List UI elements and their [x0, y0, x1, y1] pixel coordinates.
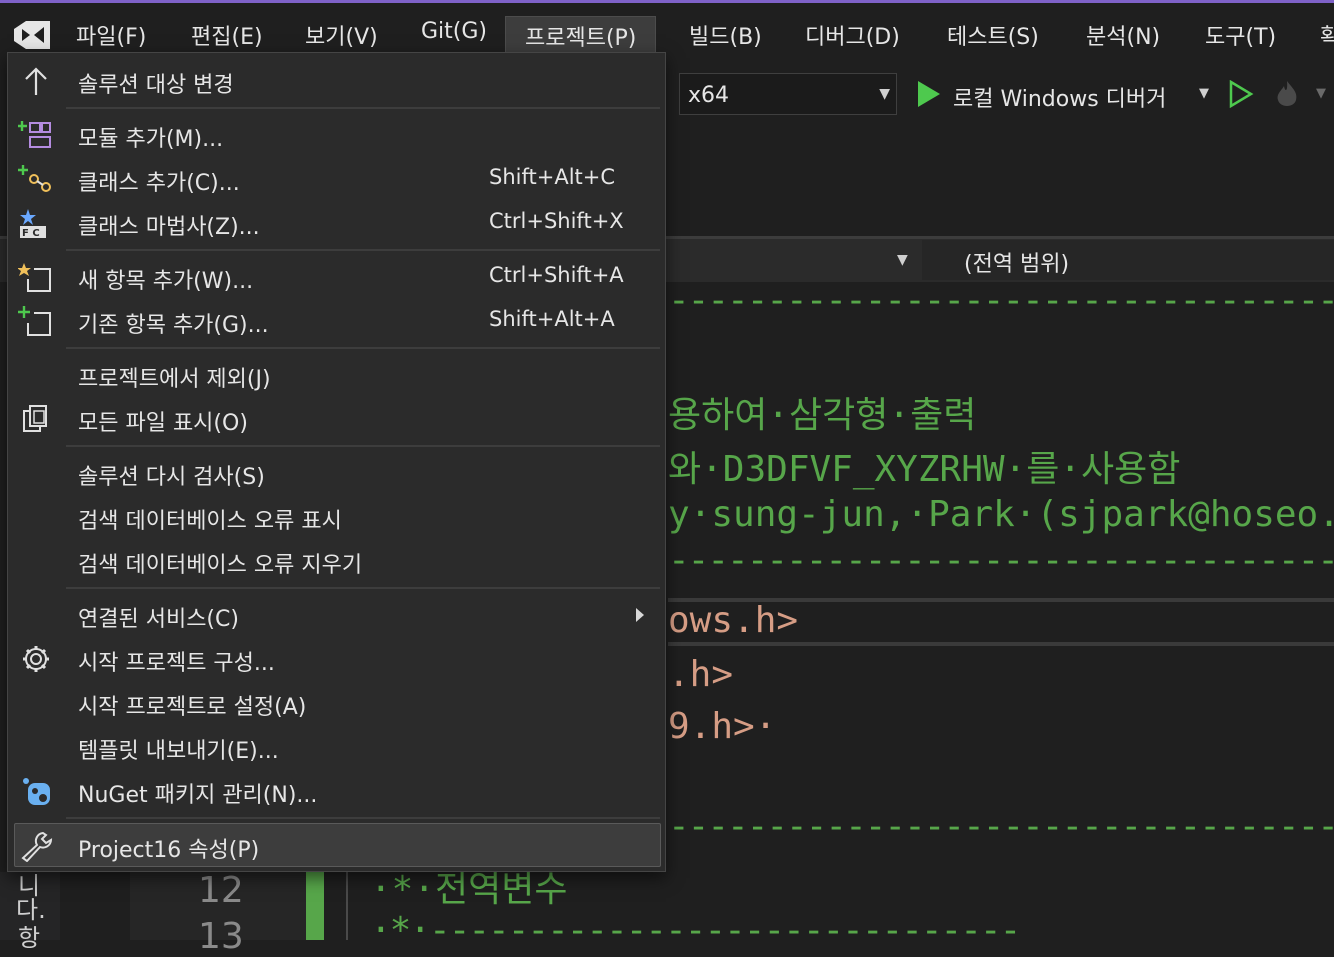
menu-item-connected-services[interactable]: 연결된 서비스(C) — [8, 593, 665, 637]
menu-item-clear-db-errors[interactable]: 검색 데이터베이스 오류 지우기 — [8, 539, 665, 583]
project-menu: 솔루션 대상 변경 모듈 추가(M)... 클래스 추가(C)... Shift… — [7, 52, 666, 872]
chevron-down-icon[interactable]: ▼ — [897, 252, 908, 268]
menu-file[interactable]: 파일(F) — [76, 19, 146, 51]
menu-item-label: 기존 항목 추가(G)... — [78, 313, 269, 338]
menu-git[interactable]: Git(G) — [421, 19, 487, 44]
menu-item-set-startup[interactable]: 시작 프로젝트로 설정(A) — [8, 681, 665, 725]
menu-item-label: 검색 데이터베이스 오류 표시 — [78, 509, 342, 534]
menu-extensions[interactable]: 확 — [1320, 19, 1334, 51]
chevron-down-icon[interactable]: ▼ — [1316, 86, 1326, 101]
start-without-debug-icon[interactable] — [1228, 80, 1254, 108]
menu-item-label: 솔루션 대상 변경 — [78, 73, 234, 98]
platform-dropdown[interactable]: x64 ▼ — [679, 73, 897, 115]
menu-item-rescan-solution[interactable]: 솔루션 다시 검사(S) — [8, 451, 665, 495]
submenu-arrow-icon — [636, 608, 644, 622]
change-margin-bar — [306, 872, 324, 940]
menu-edit[interactable]: 편집(E) — [191, 19, 263, 51]
menu-item-label: 클래스 추가(C)... — [78, 171, 240, 196]
menu-separator — [66, 347, 660, 349]
new-item-icon — [18, 263, 51, 292]
code-comment-line: 용하여·삼각형·출력 — [668, 395, 977, 436]
menu-tools[interactable]: 도구(T) — [1205, 19, 1276, 51]
menu-item-label: 템플릿 내보내기(E)... — [78, 739, 279, 764]
menu-item-label: 모듈 추가(M)... — [78, 127, 224, 152]
add-module-icon — [18, 121, 51, 148]
menu-item-label: 시작 프로젝트 구성... — [78, 651, 275, 676]
menu-test[interactable]: 테스트(S) — [947, 19, 1039, 51]
menu-item-label: Project16 속성(P) — [78, 838, 260, 863]
include-line: 9.h>· — [668, 706, 777, 747]
menu-item-shortcut: Ctrl+Shift+A — [489, 263, 624, 287]
menu-item-label: 모든 파일 표시(O) — [78, 411, 248, 436]
arrow-up-icon — [25, 67, 47, 95]
menu-item-show-all-files[interactable]: 모든 파일 표시(O) — [8, 397, 665, 441]
existing-item-icon — [18, 306, 51, 336]
menu-item-configure-startup[interactable]: 시작 프로젝트 구성... — [8, 637, 665, 681]
scope-dropdown[interactable]: (전역 범위) — [922, 240, 1334, 280]
menu-item-label: 연결된 서비스(C) — [78, 607, 239, 632]
platform-value: x64 — [688, 83, 730, 108]
code-comment-line: 와·D3DFVF_XYZRHW·를·사용함 — [668, 449, 1181, 490]
scope-label: (전역 범위) — [964, 252, 1070, 277]
chevron-down-icon: ▼ — [879, 86, 890, 102]
menu-item-shortcut: Shift+Alt+C — [489, 165, 616, 189]
solution-explorer-strip: 니 다. 항 — [0, 872, 60, 952]
menu-separator — [66, 107, 660, 109]
menu-analyze[interactable]: 분석(N) — [1086, 19, 1160, 51]
comment-divider: ·*·------------------------------ — [370, 910, 1021, 951]
menu-separator — [66, 445, 660, 447]
class-wizard-icon: F C — [20, 209, 46, 239]
menu-item-retarget-solution[interactable]: 솔루션 대상 변경 — [8, 59, 665, 103]
nuget-icon — [23, 778, 50, 805]
menu-item-exclude-from-project[interactable]: 프로젝트에서 제외(J) — [8, 353, 665, 397]
include-line: ows.h> — [668, 600, 799, 641]
gear-icon — [23, 646, 49, 672]
comment-divider: -------------------------------------- — [668, 540, 1334, 581]
comment-divider: -------------------------------------- — [668, 806, 1334, 847]
menu-item-label: 솔루션 다시 검사(S) — [78, 465, 265, 490]
debugger-label[interactable]: 로컬 Windows 디버거 — [953, 81, 1166, 113]
menu-item-existing-item[interactable]: 기존 항목 추가(G)... Shift+Alt+A — [8, 299, 665, 343]
code-comment-line: y·sung-jun,·Park·(sjpark@hoseo. — [668, 494, 1334, 535]
menu-item-label: 검색 데이터베이스 오류 지우기 — [78, 553, 363, 578]
menu-separator — [66, 587, 660, 589]
show-all-files-icon — [23, 405, 47, 432]
visual-studio-logo — [14, 21, 50, 49]
comment-divider: -------------------------------------- — [668, 280, 1334, 321]
menu-item-show-db-errors[interactable]: 검색 데이터베이스 오류 표시 — [8, 495, 665, 539]
line-number: 13 — [198, 916, 244, 957]
menu-item-class-wizard[interactable]: F C 클래스 마법사(Z)... Ctrl+Shift+X — [8, 201, 665, 245]
menu-item-add-class[interactable]: 클래스 추가(C)... Shift+Alt+C — [8, 157, 665, 201]
menu-item-manage-nuget[interactable]: NuGet 패키지 관리(N)... — [8, 769, 665, 813]
menu-item-label: 클래스 마법사(Z)... — [78, 215, 260, 240]
line-number: 12 — [198, 870, 244, 911]
line-number-gutter: 12 13 — [130, 870, 306, 957]
menu-build[interactable]: 빌드(B) — [689, 19, 762, 51]
menu-item-label: 시작 프로젝트로 설정(A) — [78, 695, 307, 720]
menu-item-shortcut: Shift+Alt+A — [489, 307, 615, 331]
menu-item-new-item[interactable]: 새 항목 추가(W)... Ctrl+Shift+A — [8, 255, 665, 299]
menu-view[interactable]: 보기(V) — [305, 19, 378, 51]
menu-separator — [66, 249, 660, 251]
hot-reload-icon[interactable] — [1270, 78, 1304, 112]
menu-item-add-module[interactable]: 모듈 추가(M)... — [8, 113, 665, 157]
menu-item-export-template[interactable]: 템플릿 내보내기(E)... — [8, 725, 665, 769]
menu-item-label: 프로젝트에서 제외(J) — [78, 367, 271, 392]
menu-item-shortcut: Ctrl+Shift+X — [489, 209, 624, 233]
menu-debug[interactable]: 디버그(D) — [805, 19, 900, 51]
menu-item-project-properties[interactable]: Project16 속성(P) — [14, 823, 661, 867]
outline-guide — [346, 872, 348, 940]
add-class-icon — [18, 165, 51, 192]
svg-text:F C: F C — [22, 228, 40, 239]
chevron-down-icon[interactable]: ▼ — [1199, 86, 1209, 101]
menu-item-label: NuGet 패키지 관리(N)... — [78, 783, 318, 808]
left-text: 항 — [18, 924, 41, 952]
include-line: .h> — [668, 654, 734, 695]
start-debug-icon[interactable] — [916, 80, 942, 108]
menu-item-label: 새 항목 추가(W)... — [78, 269, 254, 294]
wrench-icon — [21, 831, 53, 862]
menu-separator — [66, 817, 660, 819]
